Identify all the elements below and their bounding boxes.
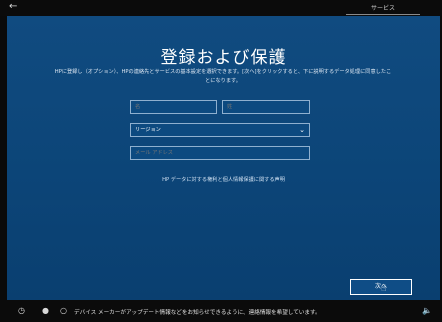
top-bar: ← サービス: [0, 0, 442, 16]
email-field[interactable]: [130, 146, 310, 160]
chevron-down-icon: ⌄: [299, 126, 305, 134]
hand-cursor-icon: ☝: [381, 284, 387, 294]
region-select[interactable]: リージョン ⌄: [130, 123, 310, 137]
first-name-field[interactable]: [130, 100, 217, 114]
tab-service[interactable]: サービス: [346, 3, 420, 12]
setup-panel: 登録および保護 HPに登録し（オプション）、HPの連絡先とサービスの基本設定を選…: [7, 16, 440, 300]
page-title: 登録および保護: [160, 48, 287, 68]
last-name-field[interactable]: [222, 100, 310, 114]
back-arrow-icon[interactable]: ←: [9, 1, 17, 13]
taskbar-message: デバイス メーカーがアップデート情報などをお知らせできるように、連絡情報を希望し…: [74, 310, 321, 316]
microphone-icon[interactable]: ●: [42, 306, 49, 316]
accessibility-icon[interactable]: ◷: [18, 306, 25, 316]
intro-text: HPに登録し（オプション）、HPの連絡先とサービスの基本設定を選択できます。[次…: [54, 69, 392, 84]
cortana-circle-icon[interactable]: ○: [60, 306, 67, 316]
tab-underline: [346, 14, 420, 15]
taskbar: ◷ ● ○ デバイス メーカーがアップデート情報などをお知らせできるように、連絡…: [0, 300, 442, 322]
privacy-statement-link[interactable]: HP データに対する権利と個人情報保護に関する声明: [7, 176, 440, 183]
speaker-icon[interactable]: 🔈: [422, 306, 432, 315]
region-value: リージョン: [135, 127, 161, 133]
